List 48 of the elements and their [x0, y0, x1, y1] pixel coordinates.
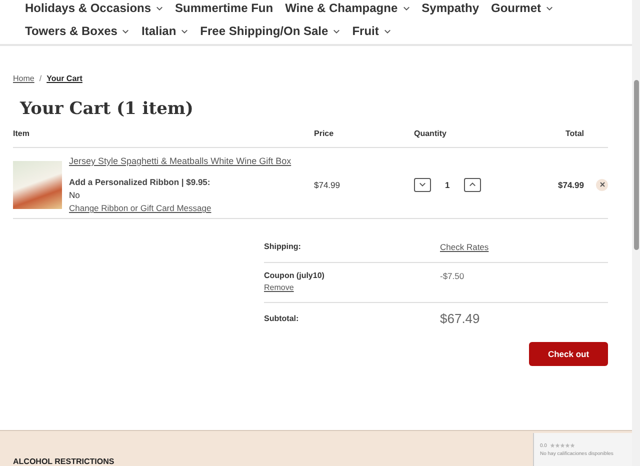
price-cell-text: $74.99 — [314, 180, 341, 190]
summary-label: Subtotal: — [264, 314, 300, 323]
breadcrumb-link[interactable]: Your Cart — [46, 74, 82, 83]
option-label: Add a Personalized Ribbon | $9.95: — [69, 177, 212, 187]
product-link[interactable]: Jersey Style Spaghetti & Meatballs White Wine Gift Box — [69, 156, 292, 166]
nav-link[interactable]: Wine & Champagne — [285, 1, 410, 15]
nav-link[interactable]: Italian — [141, 24, 188, 38]
close-icon — [600, 182, 604, 187]
change-message-link[interactable]: Change Ribbon or Gift Card Message — [69, 203, 292, 213]
chevron-up-icon — [468, 182, 476, 187]
remove-button[interactable] — [596, 178, 608, 190]
breadcrumb-link[interactable]: Home — [13, 74, 34, 83]
scrollbar[interactable] — [632, 0, 640, 466]
total-cell: $74.99 — [558, 180, 584, 190]
nav-link[interactable]: Sympathy — [422, 1, 479, 15]
quantity-value: 1 — [445, 180, 450, 190]
chevron-down-icon — [181, 28, 188, 34]
summary-label: Coupon (july10) — [264, 271, 326, 280]
nav-link[interactable]: Fruit — [352, 24, 391, 38]
breadcrumb-separator: / — [39, 74, 42, 83]
option-value: No — [69, 190, 81, 200]
decrease-button[interactable] — [414, 178, 431, 192]
check-rates-link[interactable]: Check Rates — [440, 242, 608, 252]
nav-link[interactable]: Summertime Fun — [175, 1, 274, 15]
checkout-button[interactable]: Check out — [529, 342, 608, 366]
discount-value: -$7.50 — [440, 271, 466, 281]
summary-label: Shipping: — [264, 242, 302, 251]
chevron-down-icon — [419, 182, 426, 187]
photo-placeholder — [13, 161, 62, 209]
nav-link[interactable]: Holidays & Occasions — [25, 1, 164, 15]
footer-heading: ALCOHOL RESTRICTIONS — [12, 457, 114, 466]
column-header: Quantity — [414, 129, 446, 138]
nav-link[interactable]: Towers & Boxes — [25, 24, 130, 38]
chevron-down-icon — [156, 6, 164, 10]
chevron-down-icon — [384, 28, 391, 34]
subtotal-value: $67.49 — [440, 311, 481, 326]
chevron-down-icon — [122, 28, 130, 34]
chevron-down-icon — [402, 6, 410, 10]
page-title: Your Cart (1 item) — [20, 99, 194, 119]
remove-link[interactable]: Remove — [264, 283, 440, 292]
column-header: Item — [13, 129, 30, 138]
nav-link[interactable]: Free Shipping/On Sale — [200, 24, 340, 38]
chevron-down-icon — [546, 6, 554, 10]
column-header: Price — [314, 129, 334, 138]
nav-link[interactable]: Gourmet — [491, 1, 554, 15]
column-header: Total — [565, 129, 584, 138]
chevron-down-icon — [333, 28, 340, 34]
increase-button[interactable] — [464, 178, 481, 192]
